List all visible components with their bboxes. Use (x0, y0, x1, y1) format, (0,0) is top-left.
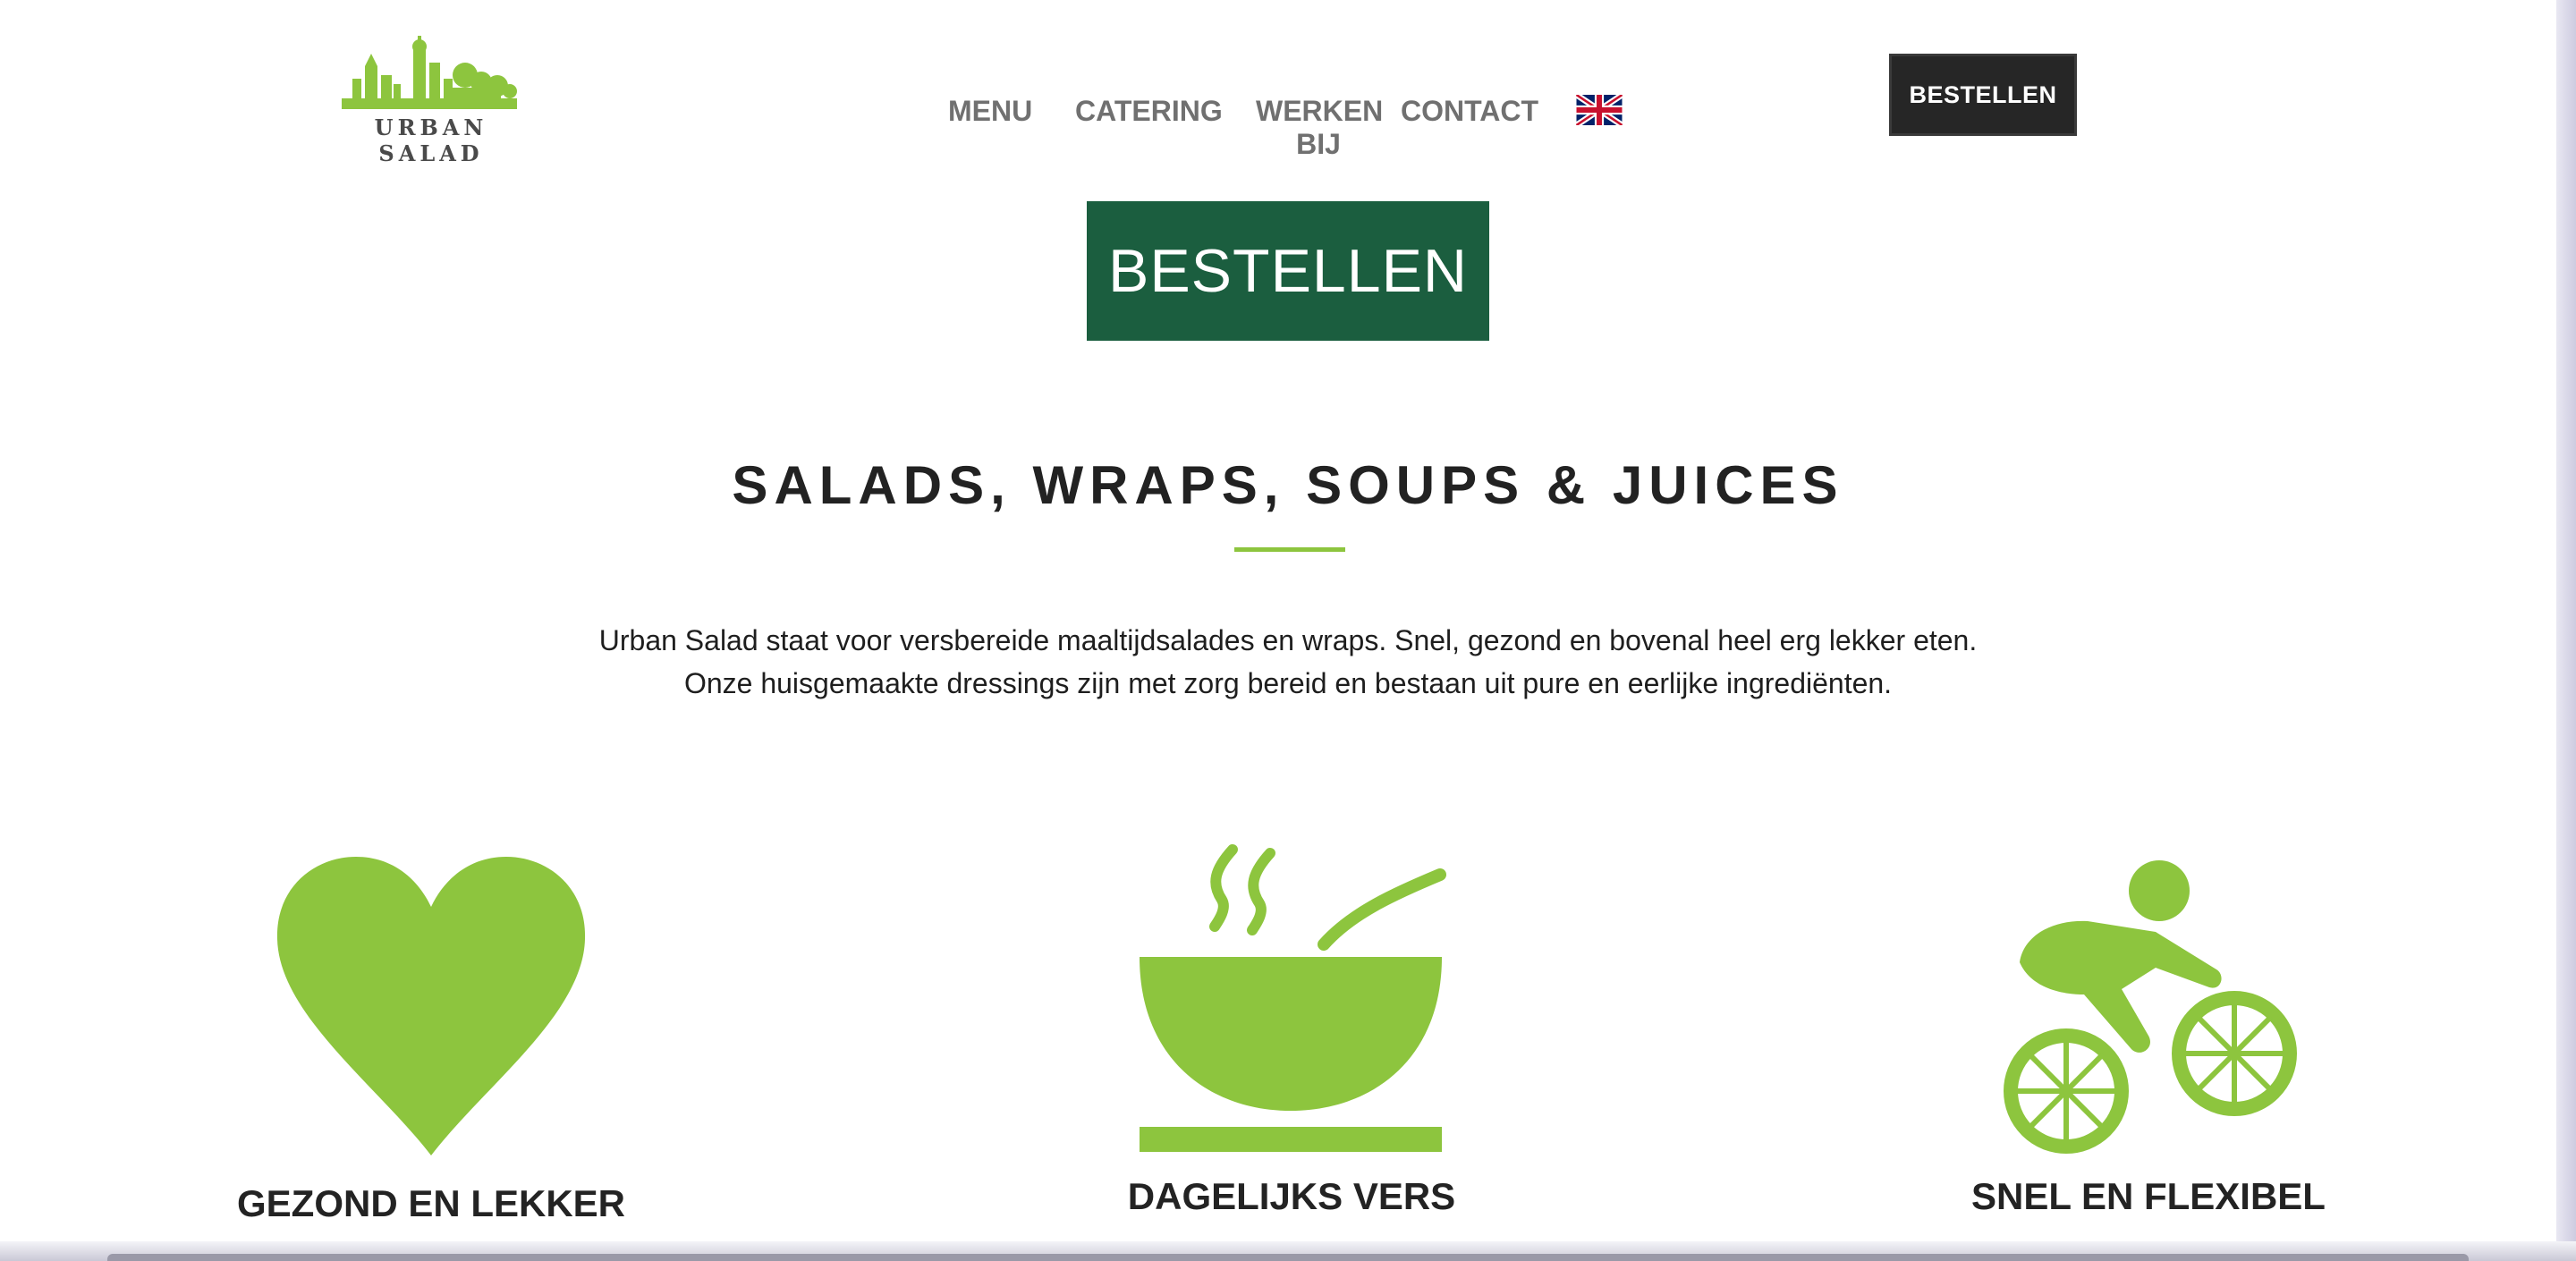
intro-text: Urban Salad staat voor versbereide maalt… (0, 619, 2576, 705)
order-button-header[interactable]: BESTELLEN (1889, 54, 2077, 136)
nav-item-catering[interactable]: CATERING (1075, 95, 1223, 128)
page-headline: SALADS, WRAPS, SOUPS & JUICES (732, 455, 1844, 515)
headline-divider (1234, 547, 1345, 552)
nav-item-contact[interactable]: CONTACT (1401, 95, 1538, 128)
feature-title-gezond: GEZOND EN LEKKER (236, 1182, 626, 1224)
intro-line-2: Onze huisgemaakte dressings zijn met zor… (683, 667, 1893, 699)
feature-title-snel: SNEL EN FLEXIBEL (1971, 1175, 2326, 1217)
uk-flag-icon[interactable] (1574, 92, 1624, 128)
order-button-hero[interactable]: BESTELLEN (1087, 201, 1489, 341)
main-navigation: MENU CATERING WERKEN BIJ CONTACT (0, 95, 2576, 166)
cyclist-icon (1996, 857, 2301, 1155)
window-bottom-bar (107, 1254, 2469, 1261)
heart-icon (270, 851, 592, 1166)
window-frame-right (2556, 0, 2576, 1261)
nav-item-werken-bij[interactable]: WERKEN BIJ (1256, 95, 1383, 161)
feature-title-vers: DAGELIJKS VERS (1127, 1175, 1456, 1217)
soup-bowl-icon (1129, 841, 1451, 1154)
nav-item-menu[interactable]: MENU (948, 95, 1032, 128)
intro-line-1: Urban Salad staat voor versbereide maalt… (598, 624, 1978, 656)
